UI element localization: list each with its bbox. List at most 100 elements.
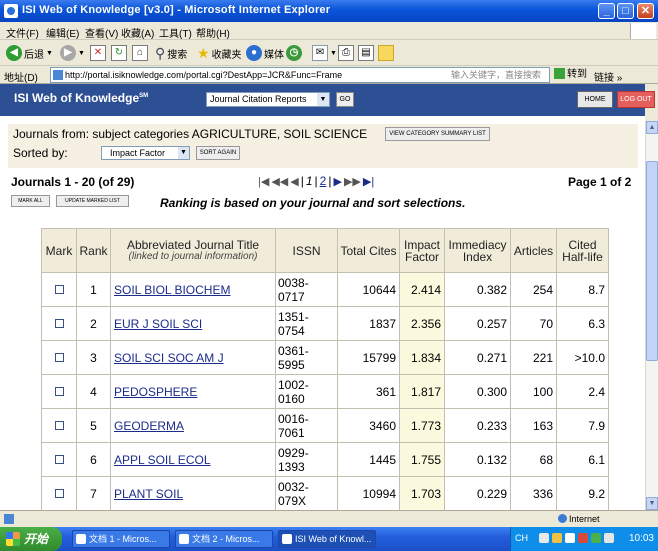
mark-all-button[interactable]: MARK ALL bbox=[11, 195, 50, 207]
total-cites-cell: 10644 bbox=[337, 272, 400, 307]
page-of-label: Page 1 of 2 bbox=[568, 175, 632, 189]
start-button[interactable]: 开始 bbox=[0, 527, 62, 551]
sorted-by-label: Sorted by: bbox=[13, 146, 68, 160]
mark-checkbox[interactable] bbox=[54, 488, 64, 498]
journal-title-link[interactable]: APPL SOIL ECOL bbox=[114, 453, 211, 467]
scroll-down-icon[interactable]: ▼ bbox=[646, 497, 658, 510]
journal-title-link[interactable]: GEODERMA bbox=[114, 419, 184, 433]
journal-title-link[interactable]: PEDOSPHERE bbox=[114, 385, 197, 399]
refresh-button[interactable]: ↻ bbox=[111, 43, 127, 63]
issn-part: 0929- bbox=[278, 445, 309, 460]
impact-factor-cell: 1.773 bbox=[399, 408, 445, 443]
print-button[interactable]: ⎙ bbox=[338, 43, 354, 63]
table-row: 6 APPL SOIL ECOL 0929- 1393 1445 1.755 0.… bbox=[41, 442, 609, 477]
help-icon[interactable] bbox=[552, 533, 562, 543]
menu-tools[interactable]: 工具(T) bbox=[159, 25, 192, 40]
media-icon: ● bbox=[246, 45, 262, 61]
sort-select[interactable]: Impact Factor ▼ bbox=[101, 146, 190, 160]
next-page-icon[interactable]: ▶ bbox=[333, 175, 341, 188]
col-total-cites[interactable]: Total Cites bbox=[337, 228, 400, 273]
first-page-icon[interactable]: |◀ bbox=[258, 175, 269, 188]
taskbar-item-word-2[interactable]: 文档 2 - Micros... bbox=[175, 530, 273, 548]
mark-checkbox[interactable] bbox=[54, 420, 64, 430]
logout-button[interactable]: LOG OUT bbox=[617, 91, 655, 108]
prev-page-icon[interactable]: ◀ bbox=[290, 175, 298, 188]
scroll-up-icon[interactable]: ▲ bbox=[646, 121, 658, 134]
issn-part: 0754 bbox=[278, 323, 305, 338]
favorites-button[interactable]: ★ 收藏夹 bbox=[197, 43, 242, 63]
mark-checkbox[interactable] bbox=[54, 284, 64, 294]
menu-file[interactable]: 文件(F) bbox=[6, 25, 39, 40]
table-row: 5 GEODERMA 0016- 7061 3460 1.773 0.233 16… bbox=[41, 408, 609, 443]
security-icon[interactable] bbox=[578, 533, 588, 543]
pager-separator: | bbox=[300, 174, 304, 188]
journal-title-link[interactable]: SOIL BIOL BIOCHEM bbox=[114, 283, 230, 297]
journal-title-link[interactable]: SOIL SCI SOC AM J bbox=[114, 351, 224, 365]
back-button[interactable]: ◀ 后退 ▼ bbox=[6, 43, 53, 63]
links-button[interactable]: 链接 » bbox=[594, 69, 622, 84]
search-button[interactable]: ⚲ 搜索 bbox=[155, 43, 187, 63]
ranking-note: Ranking is based on your journal and sor… bbox=[160, 196, 466, 210]
sort-again-button[interactable]: SORT AGAIN bbox=[196, 146, 240, 160]
issn-part: 0160 bbox=[278, 391, 305, 406]
col-immediacy-index[interactable]: Immediacy Index bbox=[444, 228, 511, 273]
col-cited-half-life[interactable]: Cited Half-life bbox=[556, 228, 609, 273]
taskbar-item-word-1[interactable]: 文档 1 - Micros... bbox=[72, 530, 170, 548]
isi-logo[interactable]: ISI Web of KnowledgeSM bbox=[14, 91, 148, 105]
scroll-thumb[interactable] bbox=[646, 161, 658, 361]
mark-checkbox[interactable] bbox=[54, 386, 64, 396]
edit-button[interactable]: ▤ bbox=[358, 43, 374, 63]
menu-help[interactable]: 帮助(H) bbox=[196, 25, 230, 40]
col-impact-factor[interactable]: Impact Factor bbox=[399, 228, 445, 273]
update-marked-list-button[interactable]: UPDATE MARKED LIST bbox=[56, 195, 129, 207]
total-cites-cell: 361 bbox=[337, 374, 400, 409]
pager-page-link[interactable]: 2 bbox=[320, 174, 327, 188]
isi-header: ISI Web of KnowledgeSM Journal Citation … bbox=[0, 84, 655, 116]
mail-button[interactable]: ✉ ▼ bbox=[312, 43, 337, 63]
menu-favorites[interactable]: 收藏(A) bbox=[121, 25, 154, 40]
col-mark: Mark bbox=[41, 228, 77, 273]
menu-edit[interactable]: 编辑(E) bbox=[46, 25, 79, 40]
mark-checkbox[interactable] bbox=[54, 454, 64, 464]
menu-view[interactable]: 查看(V) bbox=[85, 25, 118, 40]
minimize-button[interactable]: _ bbox=[598, 3, 615, 19]
network-icon[interactable] bbox=[591, 533, 601, 543]
mark-checkbox[interactable] bbox=[54, 318, 64, 328]
database-select[interactable]: Journal Citation Reports ▼ bbox=[206, 92, 330, 107]
next-ten-icon[interactable]: ▶▶ bbox=[344, 175, 361, 188]
chevron-down-icon: ▼ bbox=[78, 49, 85, 57]
articles-cell: 163 bbox=[510, 408, 557, 443]
col-articles[interactable]: Articles bbox=[510, 228, 557, 273]
home-button[interactable]: ⌂ bbox=[132, 43, 148, 63]
journal-title-link[interactable]: EUR J SOIL SCI bbox=[114, 317, 202, 331]
history-button[interactable]: ◷ bbox=[286, 43, 302, 63]
total-cites-cell: 1445 bbox=[337, 442, 400, 477]
address-input[interactable]: http://portal.isiknowledge.com/portal.cg… bbox=[50, 67, 550, 83]
immediacy-cell: 0.300 bbox=[444, 374, 511, 409]
address-label: 地址(D) bbox=[4, 73, 38, 84]
messenger-button[interactable] bbox=[378, 43, 394, 63]
mark-checkbox[interactable] bbox=[54, 352, 64, 362]
taskbar-item-ie[interactable]: ISI Web of Knowl... bbox=[278, 530, 376, 548]
title-cell: SOIL BIOL BIOCHEM bbox=[110, 272, 276, 307]
speaker-icon[interactable] bbox=[565, 533, 575, 543]
antivirus-icon[interactable] bbox=[604, 533, 614, 543]
forward-button[interactable]: ▶ ▼ bbox=[60, 43, 85, 63]
ime-indicator[interactable]: CH bbox=[515, 533, 528, 543]
prev-ten-icon[interactable]: ◀◀ bbox=[271, 175, 288, 188]
database-go-button[interactable]: GO bbox=[336, 92, 354, 107]
mark-cell bbox=[41, 408, 77, 443]
close-button[interactable]: ✕ bbox=[637, 3, 654, 19]
go-button[interactable]: 转到 bbox=[554, 67, 588, 83]
page-content: Journals from: subject categories AGRICU… bbox=[0, 116, 645, 510]
home-nav-button[interactable]: HOME bbox=[577, 91, 613, 108]
media-button[interactable]: ● 媒体 bbox=[246, 43, 284, 63]
total-cites-cell: 10994 bbox=[337, 476, 400, 510]
vertical-scrollbar[interactable]: ▲ ▼ bbox=[645, 121, 658, 510]
maximize-button[interactable]: □ bbox=[617, 3, 634, 19]
keyboard-icon[interactable] bbox=[539, 533, 549, 543]
journal-title-link[interactable]: PLANT SOIL bbox=[114, 487, 183, 501]
last-page-icon[interactable]: ▶| bbox=[363, 175, 374, 188]
view-category-summary-button[interactable]: VIEW CATEGORY SUMMARY LIST bbox=[385, 127, 490, 141]
stop-button[interactable]: ✕ bbox=[90, 43, 106, 63]
